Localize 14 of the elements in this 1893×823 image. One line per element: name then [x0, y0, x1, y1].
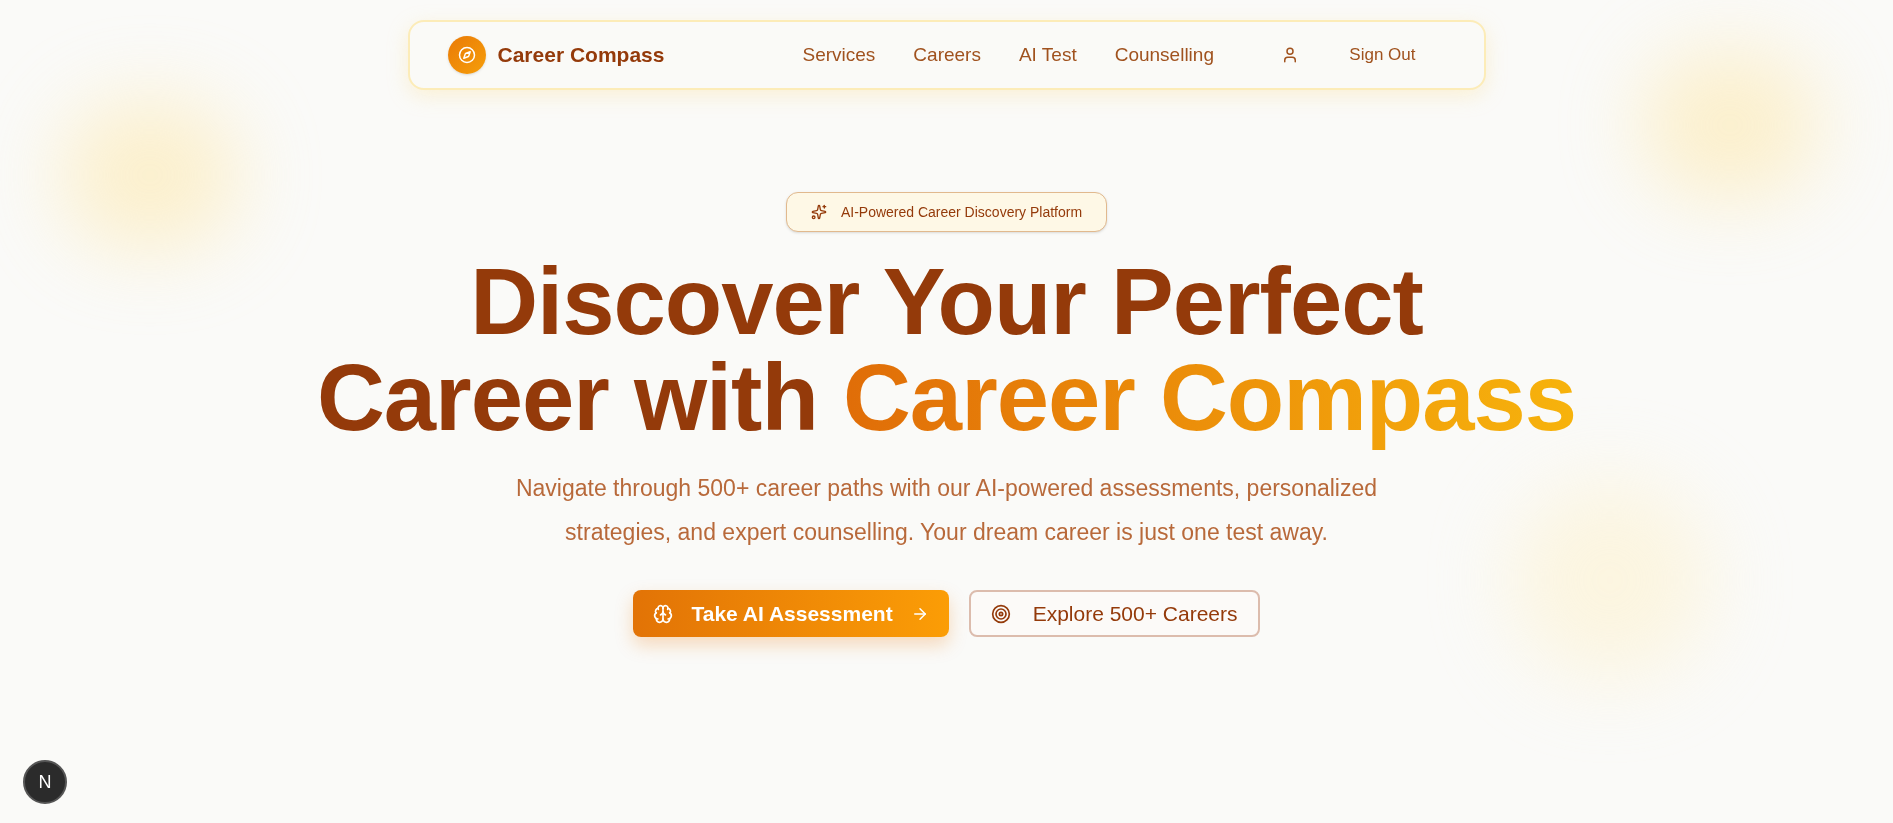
explore-button[interactable]: Explore 500+ Careers — [968, 590, 1260, 637]
sparkles-icon — [810, 204, 827, 220]
nav-link[interactable]: Counselling — [1114, 40, 1214, 70]
nav-link[interactable]: AI Test — [1018, 40, 1077, 70]
brand-name: Career Compass — [497, 42, 665, 69]
target-icon — [990, 603, 1011, 624]
nav-link[interactable]: Careers — [913, 40, 981, 70]
nav-link[interactable]: Services — [802, 40, 876, 70]
sign-out-button[interactable]: Sign Out — [1349, 42, 1416, 68]
brain-icon — [653, 603, 674, 624]
badge-text: AI-Powered Career Discovery Platform — [840, 202, 1083, 222]
hero-subtitle: Navigate through 500+ career paths with our AI-powered assessments, personalized strategies, and expert counselling. Your dream career is just one test away. — [514, 474, 1379, 547]
compass-icon — [447, 36, 486, 74]
dev-tools-button[interactable]: N — [23, 760, 67, 804]
